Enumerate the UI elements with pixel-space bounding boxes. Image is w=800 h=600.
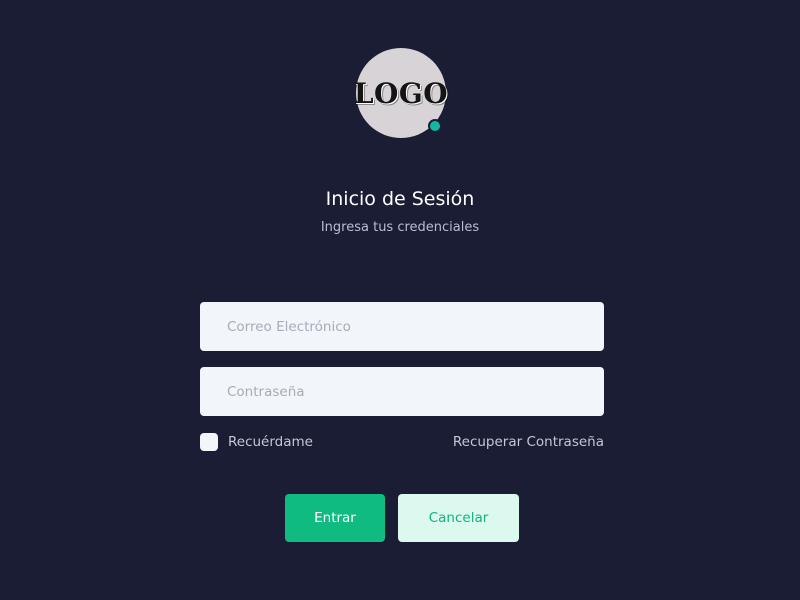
email-field[interactable] — [200, 302, 604, 351]
page-subtitle: Ingresa tus credenciales — [320, 220, 480, 235]
logo-avatar: LOGO — [353, 48, 449, 138]
remember-me-checkbox[interactable] — [200, 433, 218, 451]
page-title: Inicio de Sesión — [325, 188, 475, 210]
recover-password-link[interactable]: Recuperar Contraseña — [453, 433, 604, 451]
login-button[interactable]: Entrar — [285, 494, 385, 542]
logo-text: LOGO — [353, 77, 449, 110]
cancel-button[interactable]: Cancelar — [398, 494, 519, 542]
password-field[interactable] — [200, 367, 604, 416]
online-status-dot — [428, 119, 442, 133]
remember-me-label[interactable]: Recuérdame — [228, 433, 313, 451]
remember-me-option[interactable]: Recuérdame — [200, 433, 313, 451]
